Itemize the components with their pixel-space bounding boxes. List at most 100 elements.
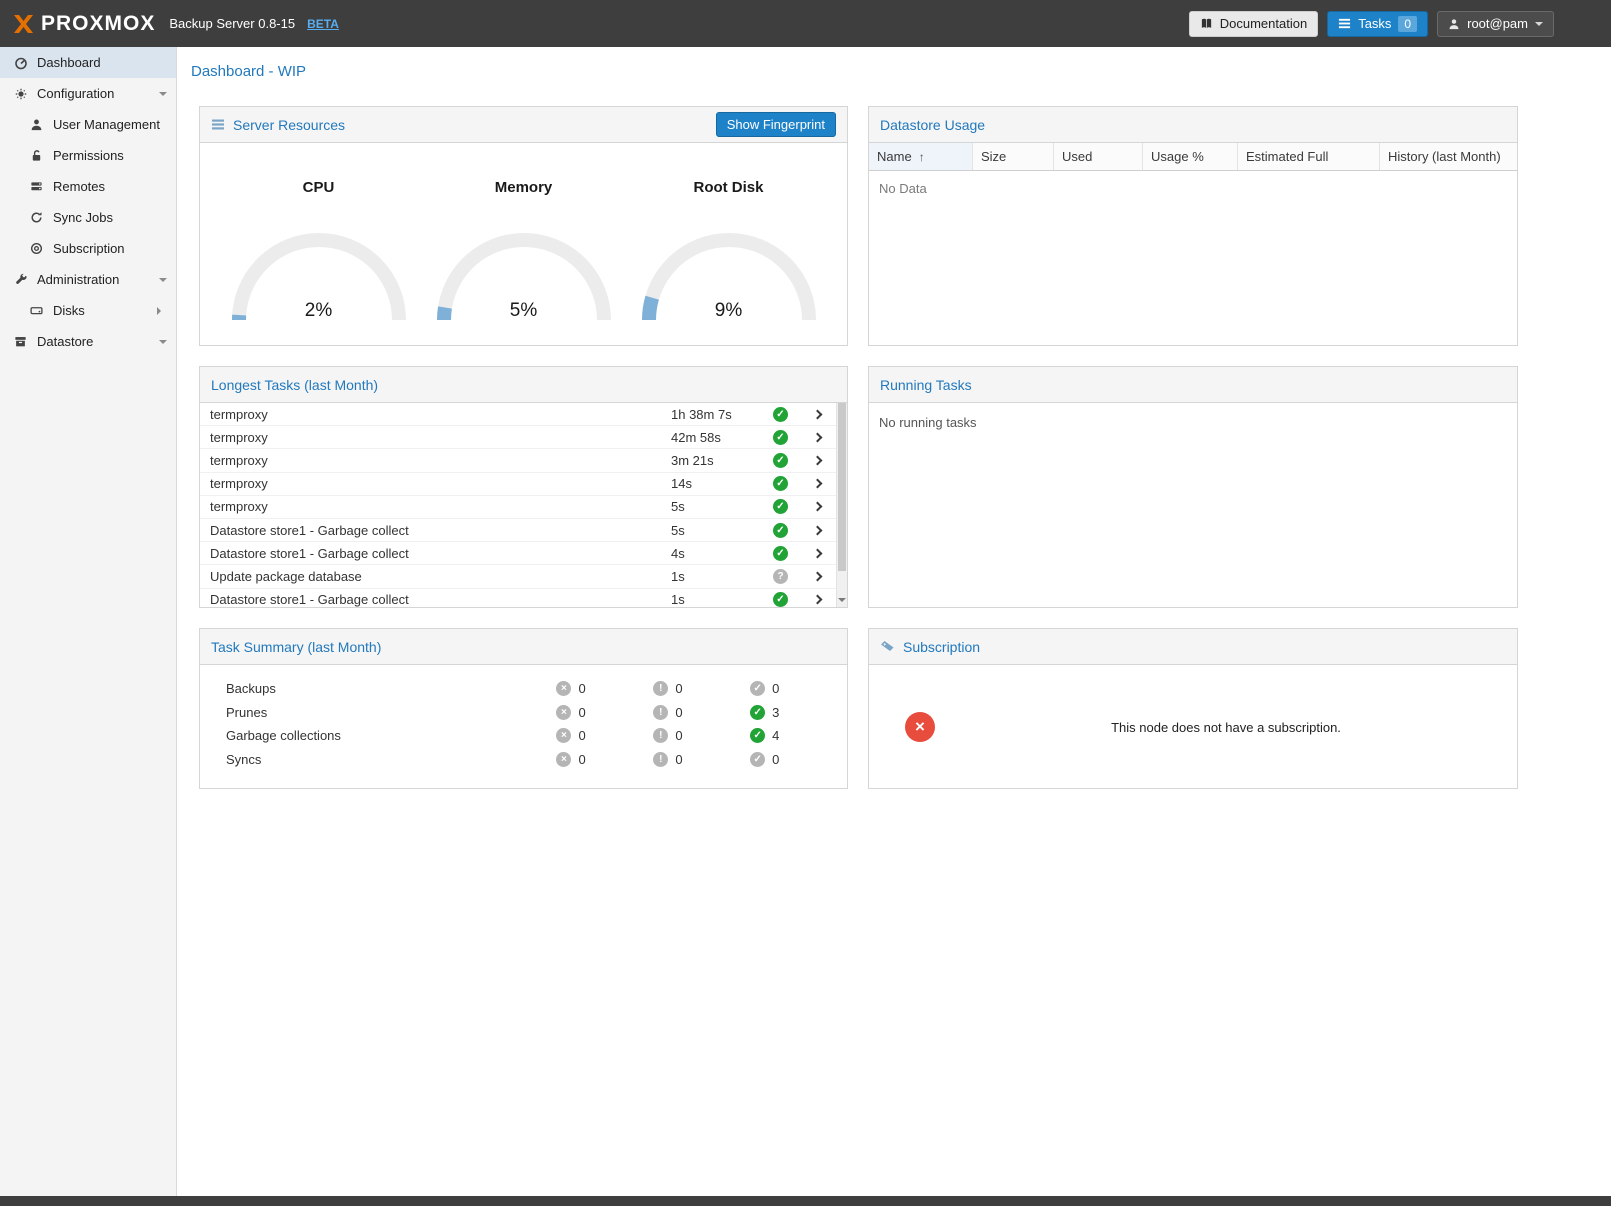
sidebar-item-administration[interactable]: Administration bbox=[0, 264, 176, 295]
chevron-right-icon[interactable] bbox=[798, 527, 836, 534]
column-header-estimated-full[interactable]: Estimated Full bbox=[1238, 143, 1380, 170]
sidebar-item-user-management[interactable]: User Management bbox=[0, 109, 176, 140]
sidebar-item-datastore[interactable]: Datastore bbox=[0, 326, 176, 357]
panel-title: Task Summary (last Month) bbox=[211, 639, 381, 655]
sidebar-item-label: Remotes bbox=[53, 179, 105, 194]
task-duration: 3m 21s bbox=[671, 453, 763, 468]
summary-category: Syncs bbox=[200, 752, 556, 767]
sidebar-item-configuration[interactable]: Configuration bbox=[0, 78, 176, 109]
chevron-right-icon[interactable] bbox=[798, 457, 836, 464]
column-header-name[interactable]: Name ↑ bbox=[869, 143, 973, 170]
error-count-icon bbox=[556, 752, 571, 767]
sidebar-item-sync-jobs[interactable]: Sync Jobs bbox=[0, 202, 176, 233]
task-duration: 1s bbox=[671, 592, 763, 607]
ok-count: 4 bbox=[772, 728, 779, 743]
running-tasks-panel: Running Tasks No running tasks bbox=[868, 366, 1518, 608]
chevron-down-icon[interactable] bbox=[159, 278, 167, 286]
logo-wordmark: PROXMOX bbox=[41, 12, 155, 36]
wrench-icon bbox=[12, 273, 29, 287]
longest-tasks-panel: Longest Tasks (last Month) termproxy 1h … bbox=[199, 366, 848, 608]
resources-icon bbox=[211, 118, 225, 131]
task-duration: 14s bbox=[671, 476, 763, 491]
gauge-label: Memory bbox=[429, 179, 619, 196]
sidebar-item-dashboard[interactable]: Dashboard bbox=[0, 47, 176, 78]
column-header-size[interactable]: Size bbox=[973, 143, 1054, 170]
warning-count-icon bbox=[653, 752, 668, 767]
proxmox-logo: PROXMOX bbox=[12, 12, 155, 36]
column-label: Name bbox=[877, 149, 912, 164]
sidebar-item-label: Configuration bbox=[37, 86, 114, 101]
show-fingerprint-button[interactable]: Show Fingerprint bbox=[716, 112, 836, 137]
task-row[interactable]: termproxy 14s bbox=[200, 473, 836, 496]
column-label: Size bbox=[981, 149, 1006, 164]
chevron-right-icon[interactable] bbox=[798, 434, 836, 441]
sidebar-item-subscription[interactable]: Subscription bbox=[0, 233, 176, 264]
root-disk-gauge: Root Disk 9% bbox=[634, 179, 824, 328]
task-status-icon bbox=[773, 430, 788, 445]
beta-link[interactable]: BETA bbox=[307, 17, 339, 31]
panel-title: Server Resources bbox=[233, 117, 345, 133]
sidebar-item-disks[interactable]: Disks bbox=[0, 295, 176, 326]
sidebar-item-label: Permissions bbox=[53, 148, 124, 163]
tasks-button[interactable]: Tasks 0 bbox=[1327, 11, 1428, 37]
chevron-down-icon[interactable] bbox=[159, 340, 167, 348]
chevron-right-icon[interactable] bbox=[798, 480, 836, 487]
chevron-right-icon[interactable] bbox=[798, 503, 836, 510]
task-status-icon bbox=[773, 546, 788, 561]
refresh-icon bbox=[28, 211, 45, 224]
warning-count-icon bbox=[653, 728, 668, 743]
chevron-right-icon[interactable] bbox=[157, 307, 165, 315]
top-bar-actions: Documentation Tasks 0 root@pam bbox=[1189, 11, 1599, 37]
warning-count: 0 bbox=[675, 681, 682, 696]
task-name: termproxy bbox=[200, 499, 671, 514]
chevron-right-icon[interactable] bbox=[798, 550, 836, 557]
server-icon bbox=[28, 180, 45, 193]
sidebar-item-permissions[interactable]: Permissions bbox=[0, 140, 176, 171]
task-row[interactable]: termproxy 1h 38m 7s bbox=[200, 403, 836, 426]
sidebar-item-label: Administration bbox=[37, 272, 119, 287]
chevron-down-icon[interactable] bbox=[159, 92, 167, 100]
column-header-used[interactable]: Used bbox=[1054, 143, 1143, 170]
empty-state-text: No running tasks bbox=[869, 403, 1517, 442]
summary-category: Backups bbox=[200, 681, 556, 696]
task-name: Datastore store1 - Garbage collect bbox=[200, 546, 671, 561]
top-bar: PROXMOX Backup Server 0.8-15 BETA Docume… bbox=[0, 0, 1611, 47]
summary-row[interactable]: Prunes 0 0 3 bbox=[200, 701, 847, 725]
chevron-right-icon[interactable] bbox=[798, 573, 836, 580]
sidebar: Dashboard Configuration User Management … bbox=[0, 47, 177, 1196]
summary-row[interactable]: Garbage collections 0 0 4 bbox=[200, 724, 847, 748]
warning-count: 0 bbox=[675, 705, 682, 720]
page-title: Dashboard - WIP bbox=[177, 47, 1611, 80]
sidebar-item-remotes[interactable]: Remotes bbox=[0, 171, 176, 202]
column-header-history[interactable]: History (last Month) bbox=[1380, 143, 1517, 170]
chevron-right-icon[interactable] bbox=[798, 596, 836, 603]
ok-count: 3 bbox=[772, 705, 779, 720]
task-summary-table: Backups 0 0 0 Prunes 0 0 3 Garbage colle… bbox=[200, 665, 847, 771]
scrollbar-thumb[interactable] bbox=[838, 403, 846, 571]
summary-row[interactable]: Syncs 0 0 0 bbox=[200, 748, 847, 772]
task-name: termproxy bbox=[200, 453, 671, 468]
column-header-usage-percent[interactable]: Usage % bbox=[1143, 143, 1238, 170]
task-name: Update package database bbox=[200, 569, 671, 584]
summary-row[interactable]: Backups 0 0 0 bbox=[200, 677, 847, 701]
documentation-button[interactable]: Documentation bbox=[1189, 11, 1318, 37]
task-name: termproxy bbox=[200, 476, 671, 491]
product-version-label: Backup Server 0.8-15 bbox=[169, 16, 295, 31]
task-row[interactable]: termproxy 42m 58s bbox=[200, 426, 836, 449]
task-row[interactable]: termproxy 5s bbox=[200, 496, 836, 519]
column-label: Used bbox=[1062, 149, 1092, 164]
task-list-icon bbox=[1338, 17, 1351, 30]
task-status-icon bbox=[773, 407, 788, 422]
chevron-right-icon[interactable] bbox=[798, 411, 836, 418]
gauge-value: 9% bbox=[634, 300, 824, 322]
user-menu-button[interactable]: root@pam bbox=[1437, 11, 1554, 37]
task-row[interactable]: Datastore store1 - Garbage collect 4s bbox=[200, 542, 836, 565]
task-name: Datastore store1 - Garbage collect bbox=[200, 523, 671, 538]
task-duration: 5s bbox=[671, 523, 763, 538]
scroll-down-button[interactable] bbox=[837, 598, 847, 606]
task-row[interactable]: Update package database 1s bbox=[200, 565, 836, 588]
scrollbar[interactable] bbox=[836, 403, 847, 608]
task-row[interactable]: Datastore store1 - Garbage collect 1s bbox=[200, 589, 836, 609]
task-row[interactable]: termproxy 3m 21s bbox=[200, 449, 836, 472]
task-row[interactable]: Datastore store1 - Garbage collect 5s bbox=[200, 519, 836, 542]
